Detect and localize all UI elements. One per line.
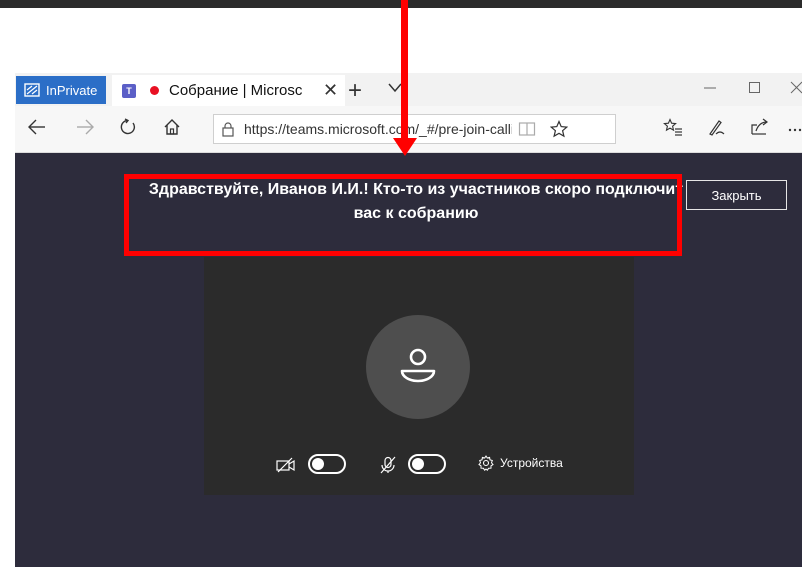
- gear-icon: [478, 455, 494, 471]
- url-text: https://teams.microsoft.com/_#/pre-join-…: [244, 121, 512, 137]
- inprivate-icon: [24, 83, 40, 97]
- tab-meeting[interactable]: T Собрание | Microsс ✕: [112, 75, 345, 106]
- mic-toggle[interactable]: [408, 454, 446, 474]
- inprivate-label: InPrivate: [46, 82, 98, 98]
- video-preview-card: Устройства: [204, 257, 634, 495]
- inprivate-badge[interactable]: InPrivate: [16, 76, 106, 104]
- device-controls: Устройства: [204, 453, 634, 477]
- favorite-star-icon[interactable]: [550, 120, 568, 138]
- mic-off-icon: [380, 456, 396, 474]
- tab-close-button[interactable]: ✕: [323, 80, 338, 101]
- reading-view-icon[interactable]: [518, 121, 536, 137]
- camera-toggle-knob: [312, 458, 324, 470]
- more-icon[interactable]: [788, 118, 802, 136]
- lock-icon: [222, 121, 234, 137]
- forward-icon[interactable]: [75, 118, 95, 136]
- avatar: [366, 315, 470, 419]
- recording-dot-icon: [150, 86, 159, 95]
- close-button[interactable]: Закрыть: [686, 180, 787, 210]
- camera-toggle[interactable]: [308, 454, 346, 474]
- window-close-icon[interactable]: [790, 79, 802, 97]
- person-icon: [400, 348, 436, 383]
- share-icon[interactable]: [750, 118, 770, 136]
- teams-icon: T: [122, 83, 136, 98]
- annotation-arrow-head: [393, 138, 417, 156]
- minimize-icon[interactable]: [703, 79, 717, 97]
- annotation-highlight-box: [124, 174, 682, 256]
- left-margin: [0, 8, 15, 567]
- annotation-arrow-shaft: [401, 0, 408, 140]
- devices-label: Устройства: [500, 456, 563, 470]
- back-icon[interactable]: [27, 118, 47, 136]
- devices-button[interactable]: Устройства: [478, 455, 563, 471]
- favorites-list-icon[interactable]: [663, 118, 683, 136]
- refresh-icon[interactable]: [119, 118, 137, 136]
- home-icon[interactable]: [163, 118, 181, 136]
- camera-off-icon: [276, 457, 295, 473]
- tab-title: Собрание | Microsс: [169, 82, 303, 99]
- tab-bar: InPrivate T Собрание | Microsс ✕ +: [15, 73, 802, 107]
- mic-toggle-knob: [412, 458, 424, 470]
- new-tab-button[interactable]: +: [348, 77, 362, 105]
- pen-icon[interactable]: [707, 118, 727, 136]
- maximize-icon[interactable]: [748, 79, 762, 97]
